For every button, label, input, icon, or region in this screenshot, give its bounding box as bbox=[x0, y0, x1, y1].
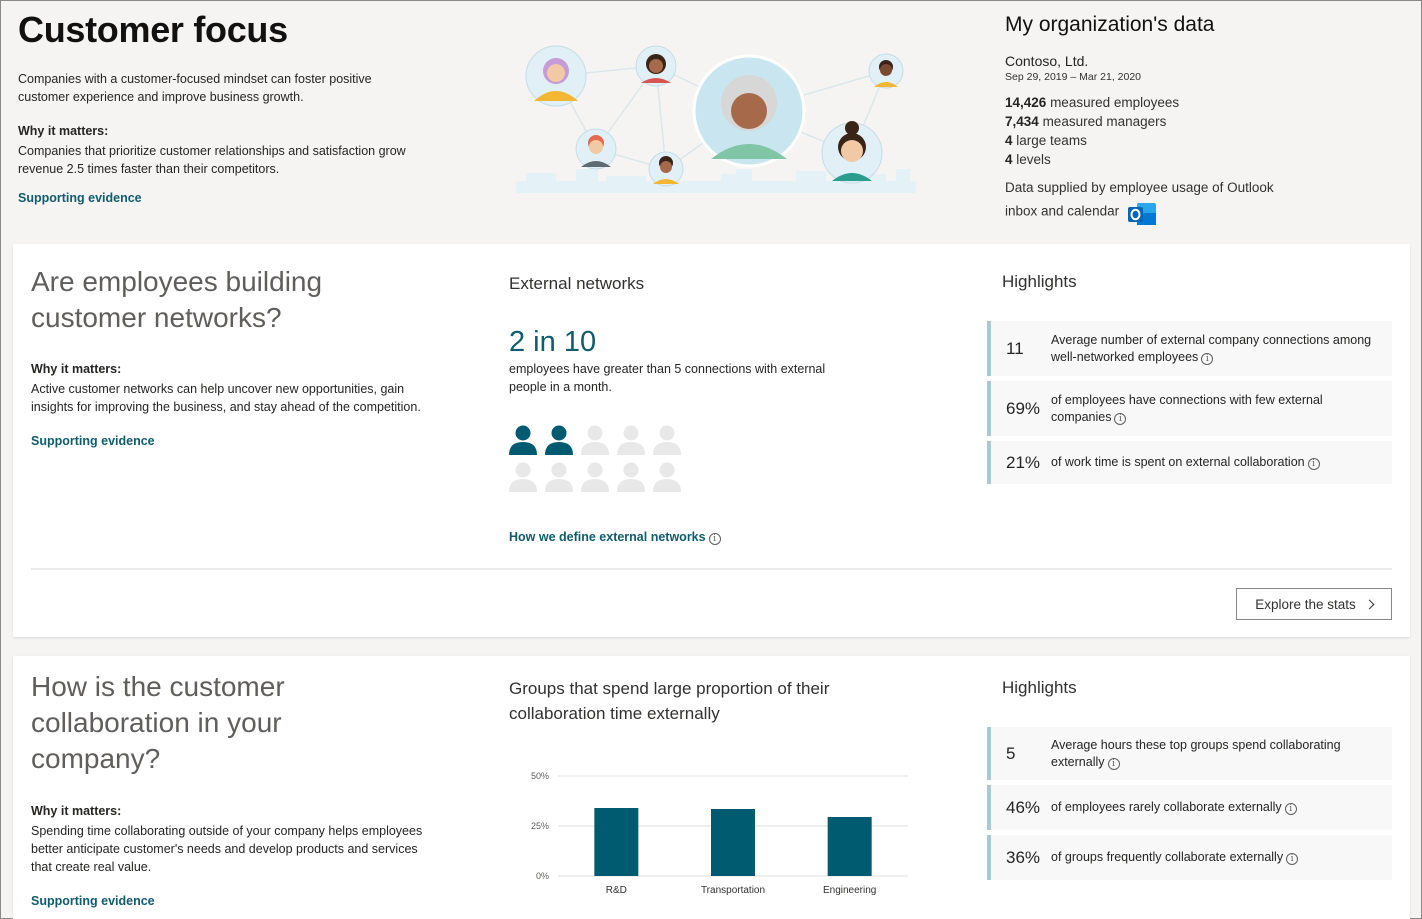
hero-why-text: Companies that prioritize customer relat… bbox=[18, 144, 406, 176]
hero-why-heading: Why it matters: bbox=[18, 124, 109, 138]
highlight-item: 21% of work time is spent on external co… bbox=[987, 441, 1392, 484]
highlight-text: of employees have connections with few e… bbox=[1051, 392, 1323, 425]
info-icon[interactable]: i bbox=[1201, 352, 1214, 365]
customer-network-illustration bbox=[516, 45, 916, 193]
highlight-item: 5 Average hours these top groups spend c… bbox=[987, 727, 1392, 780]
highlight-value: 46% bbox=[1006, 797, 1041, 817]
external-networks-title: External networks bbox=[509, 274, 645, 293]
org-stat: 4 levels bbox=[1005, 152, 1051, 167]
org-stat: 14,426 measured employees bbox=[1005, 95, 1180, 110]
hero-description: Companies with a customer-focused mindse… bbox=[18, 72, 372, 104]
org-data-source: Data supplied by employee usage of Outlo… bbox=[1005, 177, 1305, 225]
person-icon bbox=[616, 424, 646, 456]
info-icon[interactable]: i bbox=[1284, 803, 1297, 815]
chevron-right-icon bbox=[1364, 599, 1375, 609]
page-title: Customer focus bbox=[18, 9, 288, 50]
define-external-networks-link[interactable]: How we define external networks i bbox=[509, 530, 721, 545]
x-tick-label: Engineering bbox=[823, 885, 876, 896]
highlights-title: Highlights bbox=[1002, 678, 1077, 697]
section-why-heading: Why it matters: bbox=[31, 362, 122, 376]
highlight-value: 21% bbox=[1006, 452, 1041, 472]
org-date-range: Sep 29, 2019 – Mar 21, 2020 bbox=[1005, 71, 1142, 83]
person-icon bbox=[544, 461, 574, 493]
external-time-bar-chart: 50% 25% 0% R&D Transportation Engineering bbox=[531, 771, 908, 896]
big-stat-value: 2 in 10 bbox=[509, 326, 597, 358]
info-icon[interactable]: i bbox=[1114, 412, 1127, 425]
explore-stats-label: Explore the stats bbox=[1255, 596, 1356, 612]
outlook-icon bbox=[1127, 203, 1156, 225]
section-why-heading: Why it matters: bbox=[31, 804, 122, 818]
section-divider bbox=[31, 568, 1392, 570]
section-why-text: Spending time collaborating outside of y… bbox=[31, 824, 423, 874]
org-stat: 7,434 measured managers bbox=[1005, 114, 1167, 129]
highlight-text: of groups frequently collaborate externa… bbox=[1051, 849, 1299, 866]
x-tick-label: R&D bbox=[606, 885, 627, 896]
organization-data-panel: My organization's data Contoso, Ltd. Sep… bbox=[1005, 13, 1405, 225]
org-stat: 4 large teams bbox=[1005, 133, 1087, 148]
bar bbox=[827, 817, 872, 876]
highlight-item: 36% of groups frequently collaborate ext… bbox=[987, 835, 1392, 880]
person-icon bbox=[652, 461, 682, 493]
y-tick-label: 25% bbox=[531, 821, 549, 831]
info-icon[interactable]: i bbox=[1286, 853, 1299, 865]
highlight-item: 69% of employees have connections with f… bbox=[987, 381, 1392, 436]
person-icon bbox=[508, 424, 538, 456]
highlight-value: 11 bbox=[1006, 338, 1024, 358]
x-tick-label: Transportation bbox=[701, 885, 765, 896]
y-tick-label: 50% bbox=[531, 771, 549, 781]
people-ratio-graphic bbox=[508, 424, 688, 498]
highlight-text: of work time is spent on external collab… bbox=[1051, 454, 1320, 471]
hero-supporting-evidence-link[interactable]: Supporting evidence bbox=[18, 191, 142, 205]
highlights-list: 11 Average number of external company co… bbox=[987, 321, 1392, 489]
section-why-text: Active customer networks can help uncove… bbox=[31, 382, 421, 414]
y-tick-label: 0% bbox=[536, 871, 549, 881]
highlights-list: 5 Average hours these top groups spend c… bbox=[987, 727, 1392, 885]
chart-title: Groups that spend large proportion of th… bbox=[509, 679, 830, 723]
person-icon bbox=[508, 461, 538, 493]
info-icon[interactable]: i bbox=[708, 533, 721, 545]
org-stats-list: 14,426 measured employees 7,434 measured… bbox=[1005, 93, 1405, 169]
big-stat-description: employees have greater than 5 connection… bbox=[509, 362, 826, 394]
supporting-evidence-link[interactable]: Supporting evidence bbox=[31, 434, 155, 448]
bar bbox=[711, 809, 755, 876]
person-avatar-icon bbox=[525, 45, 587, 107]
define-link-label: How we define external networks bbox=[509, 530, 706, 544]
page-frame: Customer focus Companies with a customer… bbox=[0, 0, 1422, 919]
person-icon bbox=[580, 424, 610, 456]
person-icon bbox=[544, 424, 574, 456]
supporting-evidence-link[interactable]: Supporting evidence bbox=[31, 894, 155, 908]
highlight-item: 46% of employees rarely collaborate exte… bbox=[987, 785, 1392, 830]
org-company-name: Contoso, Ltd. bbox=[1005, 53, 1089, 69]
highlight-text: of employees rarely collaborate external… bbox=[1051, 799, 1297, 816]
highlight-text: Average hours these top groups spend col… bbox=[1051, 737, 1341, 770]
highlight-value: 5 bbox=[1006, 743, 1016, 763]
explore-stats-button[interactable]: Explore the stats bbox=[1236, 588, 1392, 620]
info-icon[interactable]: i bbox=[1307, 458, 1320, 470]
section-question-title: How is the customer collaboration in you… bbox=[31, 671, 285, 774]
section-question-title: Are employees building customer networks… bbox=[31, 266, 323, 333]
highlight-value: 69% bbox=[1006, 398, 1041, 418]
person-icon bbox=[580, 461, 610, 493]
person-icon bbox=[616, 461, 646, 493]
info-icon[interactable]: i bbox=[1107, 757, 1120, 770]
external-networks-card: Are employees building customer networks… bbox=[13, 244, 1410, 637]
highlight-text: Average number of external company conne… bbox=[1051, 332, 1372, 365]
external-collaboration-card: How is the customer collaboration in you… bbox=[13, 656, 1410, 919]
highlight-item: 11 Average number of external company co… bbox=[987, 321, 1392, 376]
highlights-title: Highlights bbox=[1002, 272, 1077, 291]
highlight-value: 36% bbox=[1006, 847, 1041, 867]
org-data-title: My organization's data bbox=[1005, 13, 1215, 36]
bar bbox=[594, 808, 639, 876]
person-icon bbox=[652, 424, 682, 456]
